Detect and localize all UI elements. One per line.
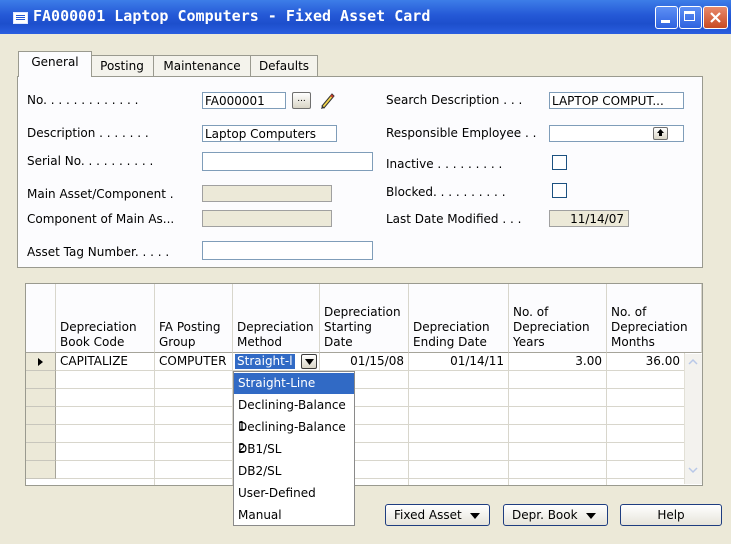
method-dropdown-button[interactable] — [301, 354, 317, 369]
option-declining-balance-1[interactable]: Declining-Balance 1 — [234, 395, 354, 433]
description-field[interactable]: Laptop Computers — [202, 125, 337, 142]
current-row-arrow-icon — [38, 358, 43, 366]
lookup-button[interactable]: ... — [292, 92, 311, 109]
maximize-button[interactable] — [679, 6, 702, 29]
form-icon — [13, 12, 28, 24]
cell-years[interactable]: 3.00 — [509, 353, 607, 371]
blocked-checkbox[interactable] — [552, 183, 567, 198]
cell-depreciation-method[interactable]: Straight-l — [233, 353, 320, 371]
fixed-asset-menu-button[interactable]: Fixed Asset — [385, 504, 490, 526]
grid-corner — [26, 284, 56, 353]
tab-general[interactable]: General — [18, 51, 92, 77]
scroll-up-icon — [688, 358, 698, 365]
option-user-defined[interactable]: User-Defined — [234, 483, 354, 504]
asset-tag-field[interactable] — [202, 241, 373, 260]
responsible-employee-lookup-button[interactable] — [653, 127, 668, 140]
header-fa-posting-group[interactable]: FA Posting Group — [155, 284, 233, 353]
grid-vertical-scrollbar[interactable] — [684, 354, 702, 484]
inactive-label: Inactive . . . . . . . . . — [386, 157, 503, 171]
row-selector[interactable] — [26, 371, 56, 389]
depr-book-menu-button[interactable]: Depr. Book — [503, 504, 608, 526]
tab-maintenance[interactable]: Maintenance — [153, 55, 251, 76]
cell-months[interactable]: 36.00 — [607, 353, 685, 371]
option-db1-sl[interactable]: DB1/SL — [234, 439, 354, 460]
depreciation-book-grid: Depreciation Book Code FA Posting Group … — [25, 283, 703, 486]
asset-tag-label: Asset Tag Number. . . . . — [27, 245, 170, 259]
header-depreciation-method[interactable]: Depreciation Method — [233, 284, 320, 353]
edit-pencil-icon[interactable] — [319, 91, 335, 109]
cell-book-code[interactable]: CAPITALIZE — [56, 353, 155, 371]
fixed-asset-card-window: FA000001 Laptop Computers - Fixed Asset … — [0, 0, 731, 544]
option-manual[interactable]: Manual — [234, 505, 354, 526]
chevron-down-icon — [305, 359, 314, 365]
search-description-field[interactable]: LAPTOP COMPUT... — [549, 92, 684, 109]
serial-no-field[interactable] — [202, 152, 373, 171]
search-description-label: Search Description . . . — [386, 93, 523, 107]
responsible-employee-label: Responsible Employee . . — [386, 126, 537, 140]
cell-ending-date[interactable]: 01/14/11 — [409, 353, 509, 371]
chevron-down-icon — [469, 512, 480, 519]
row-selector[interactable] — [26, 443, 56, 461]
cell-starting-date[interactable]: 01/15/08 — [320, 353, 409, 371]
row-selector[interactable] — [26, 425, 56, 443]
arrow-up-icon — [657, 129, 664, 136]
last-date-modified-field: 11/14/07 — [549, 210, 629, 227]
option-straight-line[interactable]: Straight-Line — [234, 373, 354, 394]
general-panel: No. . . . . . . . . . . . . FA000001 ...… — [17, 76, 703, 268]
header-depreciation-ending-date[interactable]: Depreciation Ending Date — [409, 284, 509, 353]
no-field[interactable]: FA000001 — [202, 92, 286, 109]
inactive-checkbox[interactable] — [552, 155, 567, 170]
close-icon — [710, 12, 721, 23]
title-bar[interactable]: FA000001 Laptop Computers - Fixed Asset … — [0, 0, 731, 34]
chevron-down-icon — [585, 512, 596, 519]
tab-defaults[interactable]: Defaults — [250, 55, 318, 76]
component-of-main-label: Component of Main As... — [27, 212, 175, 226]
help-button[interactable]: Help — [620, 504, 722, 526]
main-asset-label: Main Asset/Component . — [27, 187, 174, 201]
description-label: Description . . . . . . . — [27, 126, 149, 140]
last-date-modified-label: Last Date Modified . . . — [386, 212, 522, 226]
row-selector[interactable] — [26, 461, 56, 479]
main-asset-field — [202, 185, 332, 202]
depr-book-button-label: Depr. Book — [512, 508, 578, 522]
option-declining-balance-2[interactable]: Declining-Balance 2 — [234, 417, 354, 455]
row-selector[interactable] — [26, 407, 56, 425]
row-selector-current[interactable] — [26, 353, 56, 371]
blocked-label: Blocked. . . . . . . . . . — [386, 185, 506, 199]
option-db2-sl[interactable]: DB2/SL — [234, 461, 354, 482]
header-no-of-depreciation-months[interactable]: No. of Depreciation Months — [607, 284, 702, 353]
header-depreciation-starting-date[interactable]: Depreciation Starting Date — [320, 284, 409, 353]
no-label: No. . . . . . . . . . . . . — [27, 93, 139, 107]
header-depreciation-book-code[interactable]: Depreciation Book Code — [56, 284, 155, 353]
window-title: FA000001 Laptop Computers - Fixed Asset … — [33, 7, 431, 25]
component-of-main-field — [202, 210, 332, 227]
tab-posting[interactable]: Posting — [90, 55, 154, 76]
serial-no-label: Serial No. . . . . . . . . . — [27, 154, 154, 168]
row-selector[interactable] — [26, 389, 56, 407]
minimize-button[interactable] — [655, 6, 678, 29]
cell-posting-group[interactable]: COMPUTER — [155, 353, 233, 371]
method-value: Straight-l — [235, 354, 295, 369]
depreciation-method-dropdown-list: Straight-Line Declining-Balance 1 Declin… — [233, 371, 355, 526]
fixed-asset-button-label: Fixed Asset — [394, 508, 462, 522]
empty-grid-rows — [56, 371, 685, 485]
header-no-of-depreciation-years[interactable]: No. of Depreciation Years — [509, 284, 607, 353]
scroll-down-icon — [688, 467, 698, 474]
close-button[interactable] — [703, 6, 728, 29]
